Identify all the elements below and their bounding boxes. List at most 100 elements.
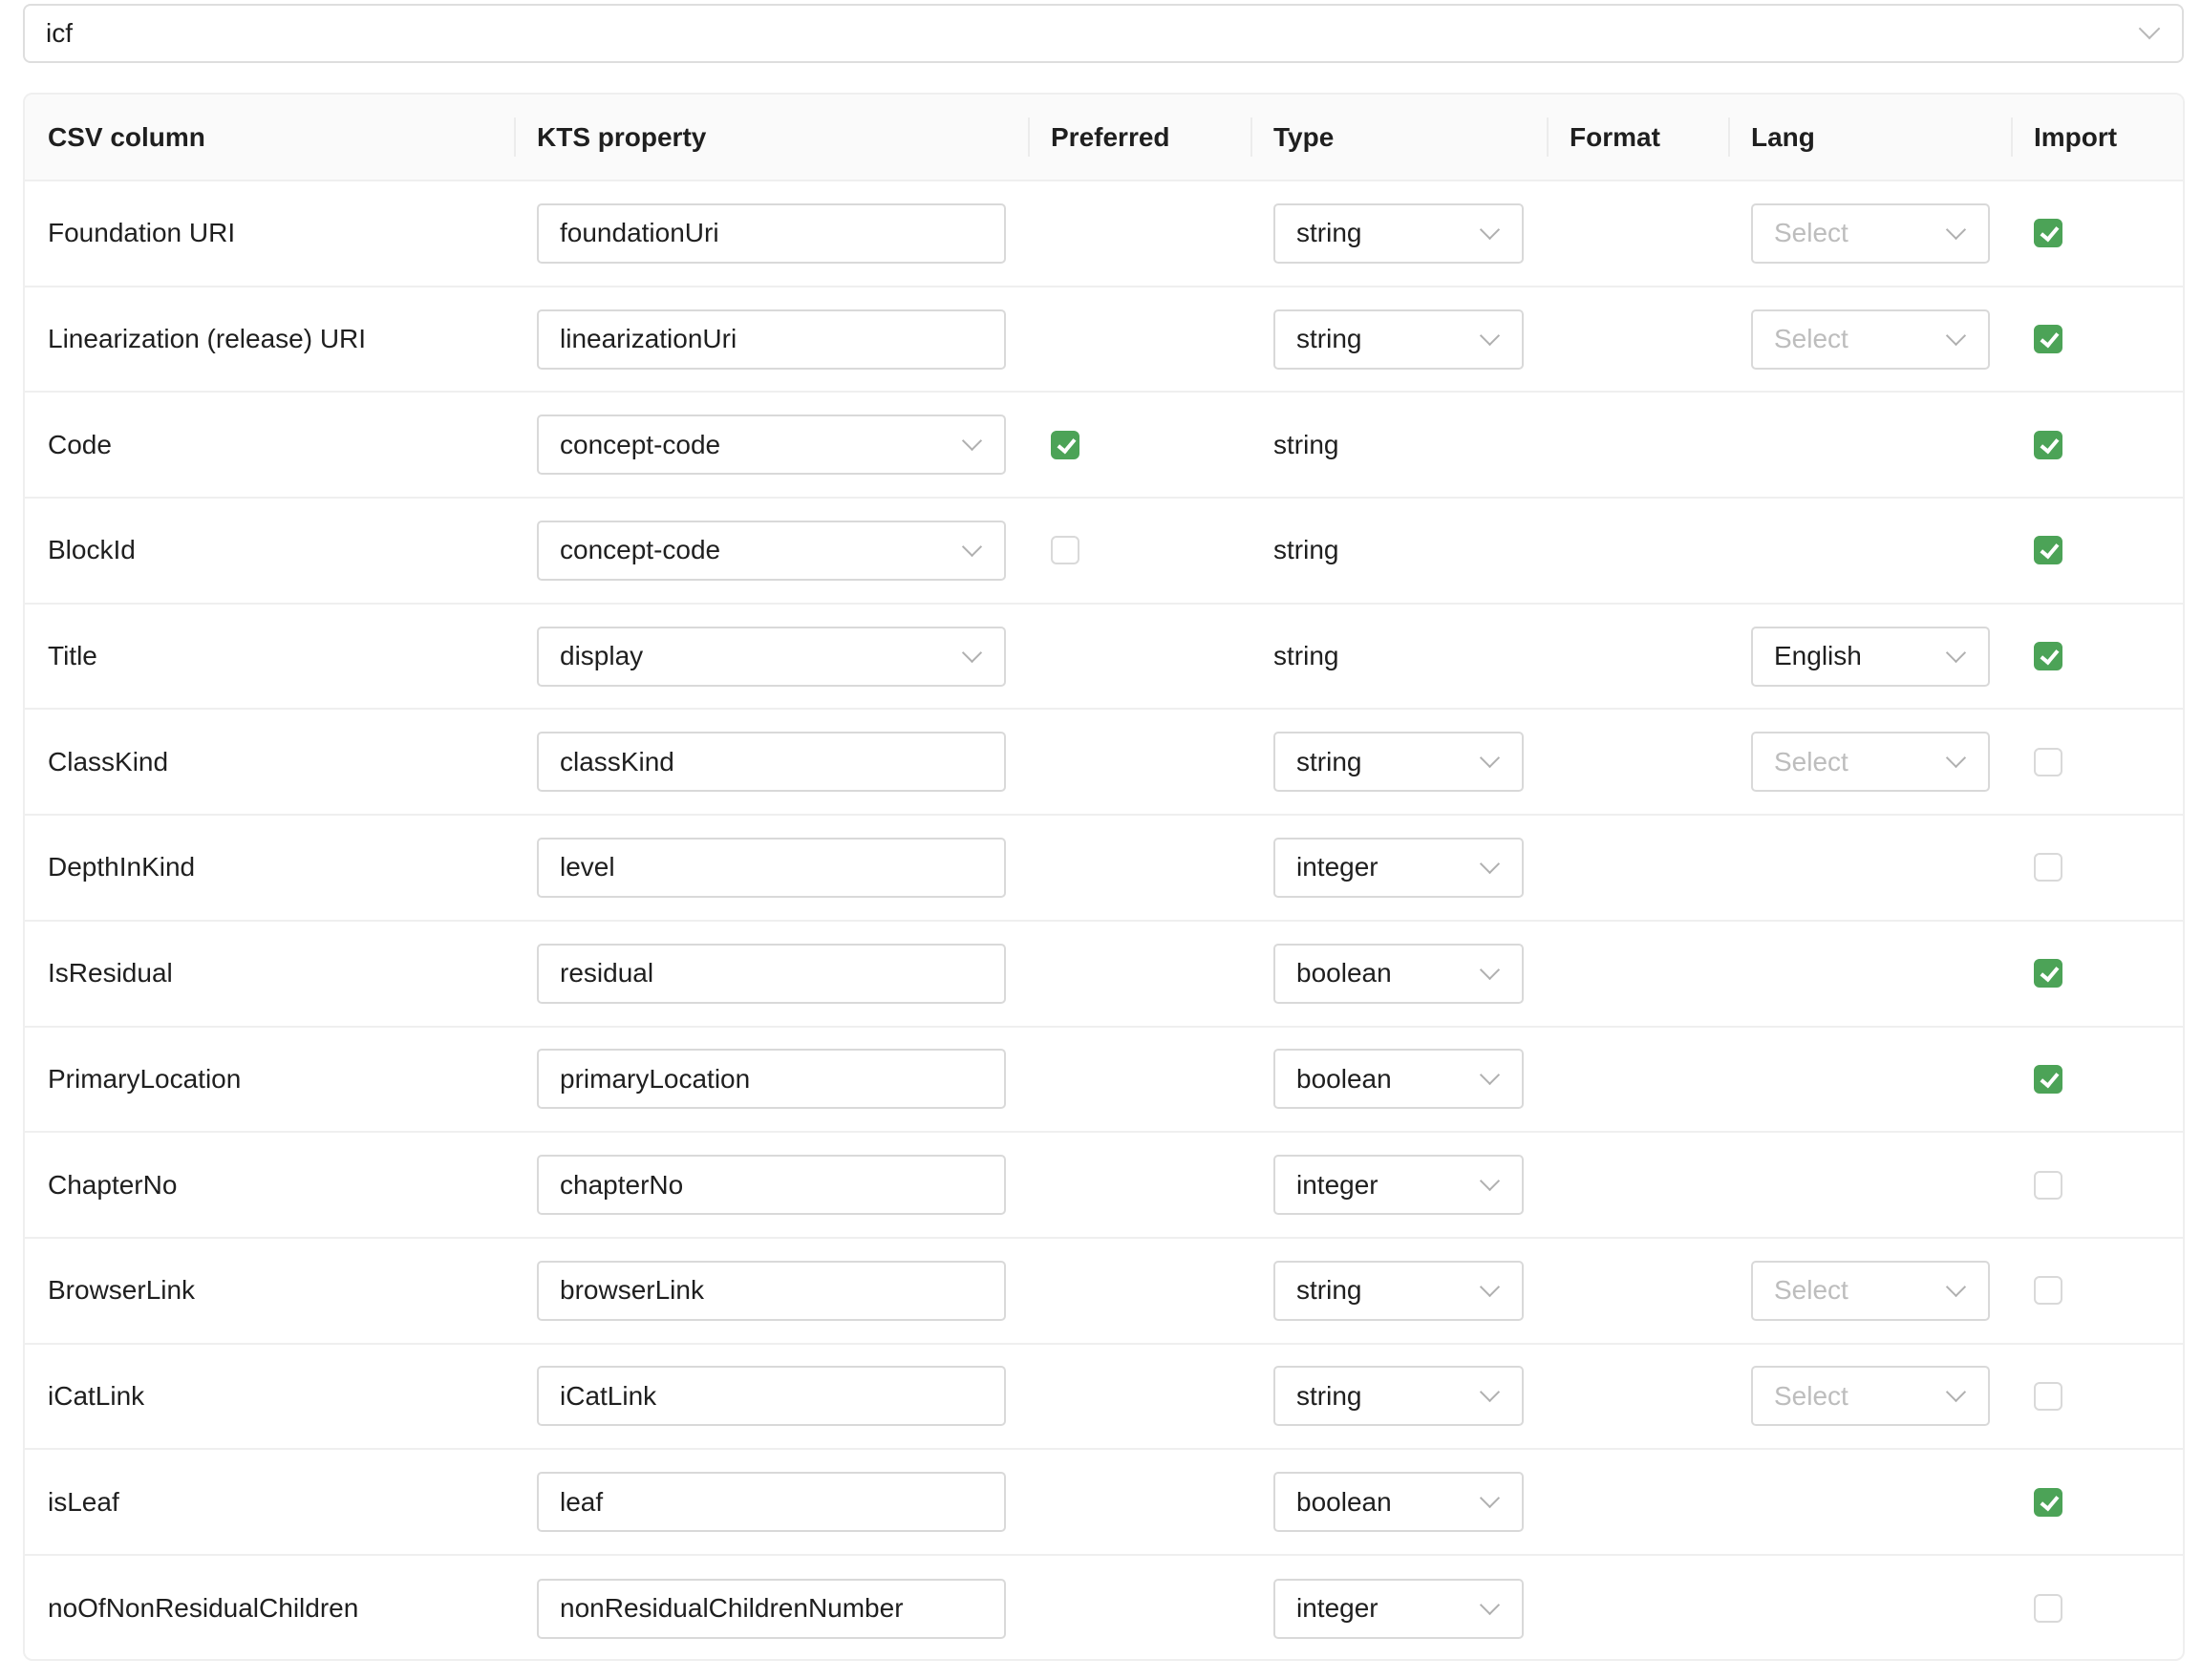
kts-property-input[interactable]: linearizationUri bbox=[537, 308, 1006, 370]
import-cell bbox=[2011, 393, 2183, 497]
type-cell: integer bbox=[1250, 816, 1547, 920]
dataset-select-value: icf bbox=[46, 18, 73, 48]
import-cell bbox=[2011, 922, 2183, 1026]
type-cell: string bbox=[1250, 181, 1547, 286]
lang-select[interactable]: English bbox=[1751, 626, 1990, 687]
kts-property-input[interactable]: chapterNo bbox=[537, 1155, 1006, 1216]
type-select[interactable]: integer bbox=[1273, 1578, 1524, 1639]
chevron-down-icon bbox=[1945, 325, 1967, 346]
table-row: ChapterNo chapterNo integer bbox=[25, 1133, 2183, 1239]
kts-property-input[interactable]: primaryLocation bbox=[537, 1049, 1006, 1110]
table-row: ClassKind classKind string Select bbox=[25, 710, 2183, 817]
lang-value: English bbox=[1774, 641, 1862, 671]
type-cell: integer bbox=[1250, 1133, 1547, 1237]
chevron-down-icon bbox=[1479, 1594, 1501, 1615]
table-row: IsResidual residual boolean bbox=[25, 922, 2183, 1028]
type-select[interactable]: string bbox=[1273, 202, 1524, 264]
import-checkbox[interactable] bbox=[2034, 1487, 2062, 1517]
type-cell: string bbox=[1250, 605, 1547, 709]
lang-select[interactable]: Select bbox=[1751, 1366, 1990, 1427]
import-checkbox[interactable] bbox=[2034, 1594, 2062, 1624]
header-import: Import bbox=[2011, 95, 2183, 180]
type-cell: string bbox=[1250, 710, 1547, 814]
import-checkbox[interactable] bbox=[2034, 1064, 2062, 1094]
type-select[interactable]: boolean bbox=[1273, 943, 1524, 1004]
table-header: CSV column KTS property Preferred Type F… bbox=[25, 95, 2183, 181]
kts-property-input[interactable]: foundationUri bbox=[537, 202, 1006, 264]
format-cell bbox=[1547, 181, 1728, 286]
type-select[interactable]: integer bbox=[1273, 837, 1524, 898]
lang-select[interactable]: Select bbox=[1751, 202, 1990, 264]
lang-select[interactable]: Select bbox=[1751, 1260, 1990, 1321]
import-checkbox[interactable] bbox=[2034, 853, 2062, 883]
format-cell bbox=[1547, 1345, 1728, 1449]
kts-property-value: nonResidualChildrenNumber bbox=[560, 1593, 904, 1624]
lang-cell: English bbox=[1728, 605, 2011, 709]
import-checkbox[interactable] bbox=[2034, 536, 2062, 565]
preferred-checkbox[interactable] bbox=[1051, 430, 1079, 459]
type-value: string bbox=[1296, 324, 1362, 354]
kts-property-select[interactable]: display bbox=[537, 626, 1006, 687]
type-select[interactable]: integer bbox=[1273, 1155, 1524, 1216]
type-select[interactable]: string bbox=[1273, 1260, 1524, 1321]
kts-property-select[interactable]: concept-code bbox=[537, 415, 1006, 476]
chevron-down-icon bbox=[1479, 1276, 1501, 1297]
import-cell bbox=[2011, 181, 2183, 286]
format-cell bbox=[1547, 1133, 1728, 1237]
lang-cell: Select bbox=[1728, 1345, 2011, 1449]
import-checkbox[interactable] bbox=[2034, 325, 2062, 354]
import-checkbox[interactable] bbox=[2034, 642, 2062, 671]
chevron-down-icon bbox=[1479, 1065, 1501, 1086]
format-cell bbox=[1547, 816, 1728, 920]
kts-property-value: display bbox=[560, 641, 644, 671]
preferred-cell bbox=[1028, 1133, 1250, 1237]
type-select[interactable]: string bbox=[1273, 308, 1524, 370]
kts-property-input[interactable]: residual bbox=[537, 943, 1006, 1004]
type-select[interactable]: string bbox=[1273, 732, 1524, 793]
kts-property-input[interactable]: leaf bbox=[537, 1472, 1006, 1533]
type-select[interactable]: boolean bbox=[1273, 1472, 1524, 1533]
chevron-down-icon bbox=[1479, 748, 1501, 769]
lang-select[interactable]: Select bbox=[1751, 732, 1990, 793]
preferred-checkbox[interactable] bbox=[1051, 536, 1079, 565]
type-value: string bbox=[1296, 1275, 1362, 1306]
format-cell bbox=[1547, 499, 1728, 603]
header-lang: Lang bbox=[1728, 95, 2011, 180]
type-select[interactable]: string bbox=[1273, 1366, 1524, 1427]
table-row: Code concept-code string bbox=[25, 393, 2183, 500]
kts-property-input[interactable]: nonResidualChildrenNumber bbox=[537, 1578, 1006, 1639]
type-value: boolean bbox=[1296, 1486, 1392, 1517]
kts-property-input[interactable]: browserLink bbox=[537, 1260, 1006, 1321]
table-row: PrimaryLocation primaryLocation boolean bbox=[25, 1028, 2183, 1134]
import-checkbox[interactable] bbox=[2034, 959, 2062, 989]
kts-property-value: linearizationUri bbox=[560, 324, 737, 354]
dataset-select[interactable]: icf bbox=[23, 4, 2184, 63]
import-checkbox[interactable] bbox=[2034, 747, 2062, 776]
kts-property-value: concept-code bbox=[560, 429, 721, 459]
kts-property-input[interactable]: level bbox=[537, 837, 1006, 898]
import-checkbox[interactable] bbox=[2034, 1276, 2062, 1306]
preferred-cell bbox=[1028, 1450, 1250, 1554]
csv-column-cell: Title bbox=[48, 641, 97, 671]
chevron-down-icon bbox=[1479, 325, 1501, 346]
kts-property-input[interactable]: iCatLink bbox=[537, 1366, 1006, 1427]
kts-property-select[interactable]: concept-code bbox=[537, 520, 1006, 581]
import-checkbox[interactable] bbox=[2034, 430, 2062, 459]
lang-select[interactable]: Select bbox=[1751, 308, 1990, 370]
preferred-cell bbox=[1028, 287, 1250, 392]
import-checkbox[interactable] bbox=[2034, 1381, 2062, 1411]
kts-property-cell: display bbox=[514, 605, 1028, 709]
lang-value: Select bbox=[1774, 1275, 1848, 1306]
import-checkbox[interactable] bbox=[2034, 219, 2062, 248]
type-value: boolean bbox=[1296, 958, 1392, 989]
preferred-cell bbox=[1028, 816, 1250, 920]
chevron-down-icon bbox=[1479, 219, 1501, 240]
kts-property-cell: primaryLocation bbox=[514, 1028, 1028, 1132]
import-checkbox[interactable] bbox=[2034, 1170, 2062, 1200]
kts-property-input[interactable]: classKind bbox=[537, 732, 1006, 793]
import-cell bbox=[2011, 1450, 2183, 1554]
type-select[interactable]: boolean bbox=[1273, 1049, 1524, 1110]
lang-value: Select bbox=[1774, 1380, 1848, 1411]
header-kts-property: KTS property bbox=[514, 95, 1028, 180]
kts-property-value: leaf bbox=[560, 1486, 604, 1517]
